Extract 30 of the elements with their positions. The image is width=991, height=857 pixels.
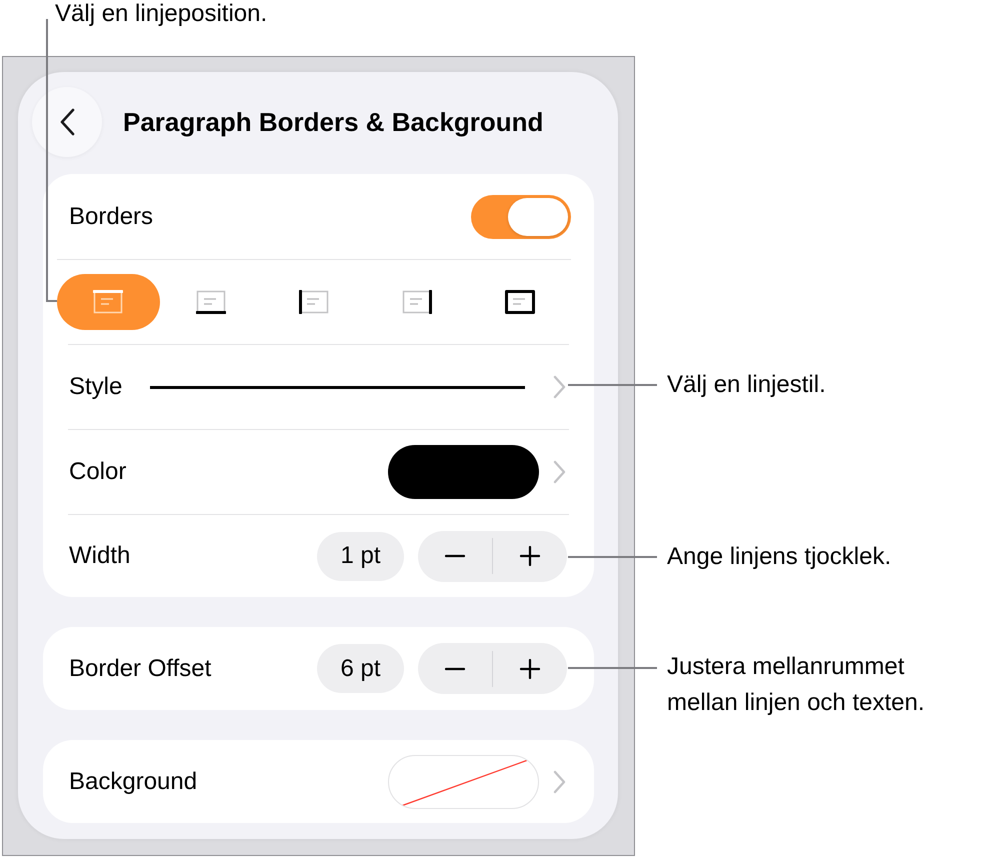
callout-text: Justera mellanrummet mellan linjen och texten. xyxy=(667,652,926,718)
borders-label: Borders xyxy=(69,202,154,230)
border-bottom-icon xyxy=(196,290,226,314)
panel-title: Paragraph Borders & Background xyxy=(123,106,544,138)
width-label: Width xyxy=(69,542,130,570)
background-swatch[interactable] xyxy=(388,754,539,808)
borders-toggle[interactable] xyxy=(471,194,571,238)
callout-text: Välj en linjestil. xyxy=(667,370,826,400)
border-box-icon xyxy=(504,290,535,314)
background-label: Background xyxy=(69,768,198,796)
style-label: Style xyxy=(69,373,122,401)
plus-icon xyxy=(520,658,540,678)
chevron-right-icon xyxy=(553,460,566,484)
plus-icon xyxy=(520,546,540,566)
width-value[interactable]: 1 pt xyxy=(317,532,404,580)
chevron-right-icon xyxy=(553,375,566,399)
border-left-icon xyxy=(298,290,329,314)
back-icon xyxy=(59,108,75,136)
border-offset-label: Border Offset xyxy=(69,654,212,682)
callout-text: Välj en linjeposition. xyxy=(55,0,268,29)
border-top-icon xyxy=(93,290,124,314)
border-right-icon xyxy=(402,290,432,314)
minus-icon xyxy=(445,666,465,670)
offset-value[interactable]: 6 pt xyxy=(317,644,404,693)
line-style-preview[interactable] xyxy=(150,386,525,388)
minus-icon xyxy=(445,554,465,558)
callout-text: Ange linjens tjocklek. xyxy=(667,542,892,572)
chevron-right-icon xyxy=(553,770,566,794)
color-swatch[interactable] xyxy=(388,445,539,499)
color-label: Color xyxy=(69,458,126,486)
